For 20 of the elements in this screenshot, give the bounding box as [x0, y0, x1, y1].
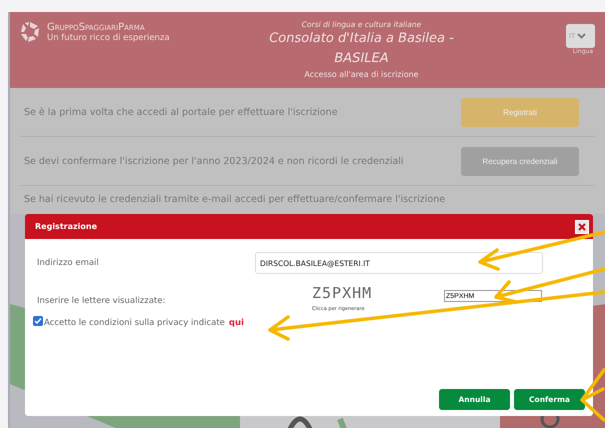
instruction-text: Se hai ricevuto le credenziali tramite e-mail accedi per effettuare/confermare l'iscrizione: [23, 194, 446, 205]
privacy-checkbox[interactable]: [33, 316, 43, 326]
logo-name: GruppoSpaggiariParma: [47, 22, 146, 32]
header-caption: Accesso all'area di iscrizione: [304, 70, 419, 79]
action-button[interactable]: Recupera credenziali: [461, 146, 579, 176]
chevron-icon: [577, 33, 586, 39]
dialog-title: Registrazione: [35, 222, 97, 231]
logo-icon: [18, 20, 42, 44]
email-label: Indirizzo email: [36, 258, 100, 268]
privacy-text: Accetto le condizioni sulla privacy indicate: [44, 318, 225, 328]
instruction-text: Se devi confermare l'iscrizione per l'anno 2023/2024 e non ricordi le credenziali: [23, 156, 404, 166]
captcha-image[interactable]: Z5PXHM: [312, 284, 444, 302]
instruction-text: Se è la prima volta che accedi al portale per effettuare l'iscrizione: [23, 106, 338, 118]
arrow: [580, 368, 605, 422]
privacy-link[interactable]: qui: [228, 318, 244, 328]
close-icon: [578, 222, 586, 230]
page-title: Consolato d'Italia a Basilea - BASILEA: [268, 30, 455, 68]
logo-tagline: Un futuro ricco di esperienza: [47, 32, 170, 42]
close-button[interactable]: [575, 220, 589, 234]
captcha-label: Inserire le lettere visualizzate:: [36, 296, 166, 306]
